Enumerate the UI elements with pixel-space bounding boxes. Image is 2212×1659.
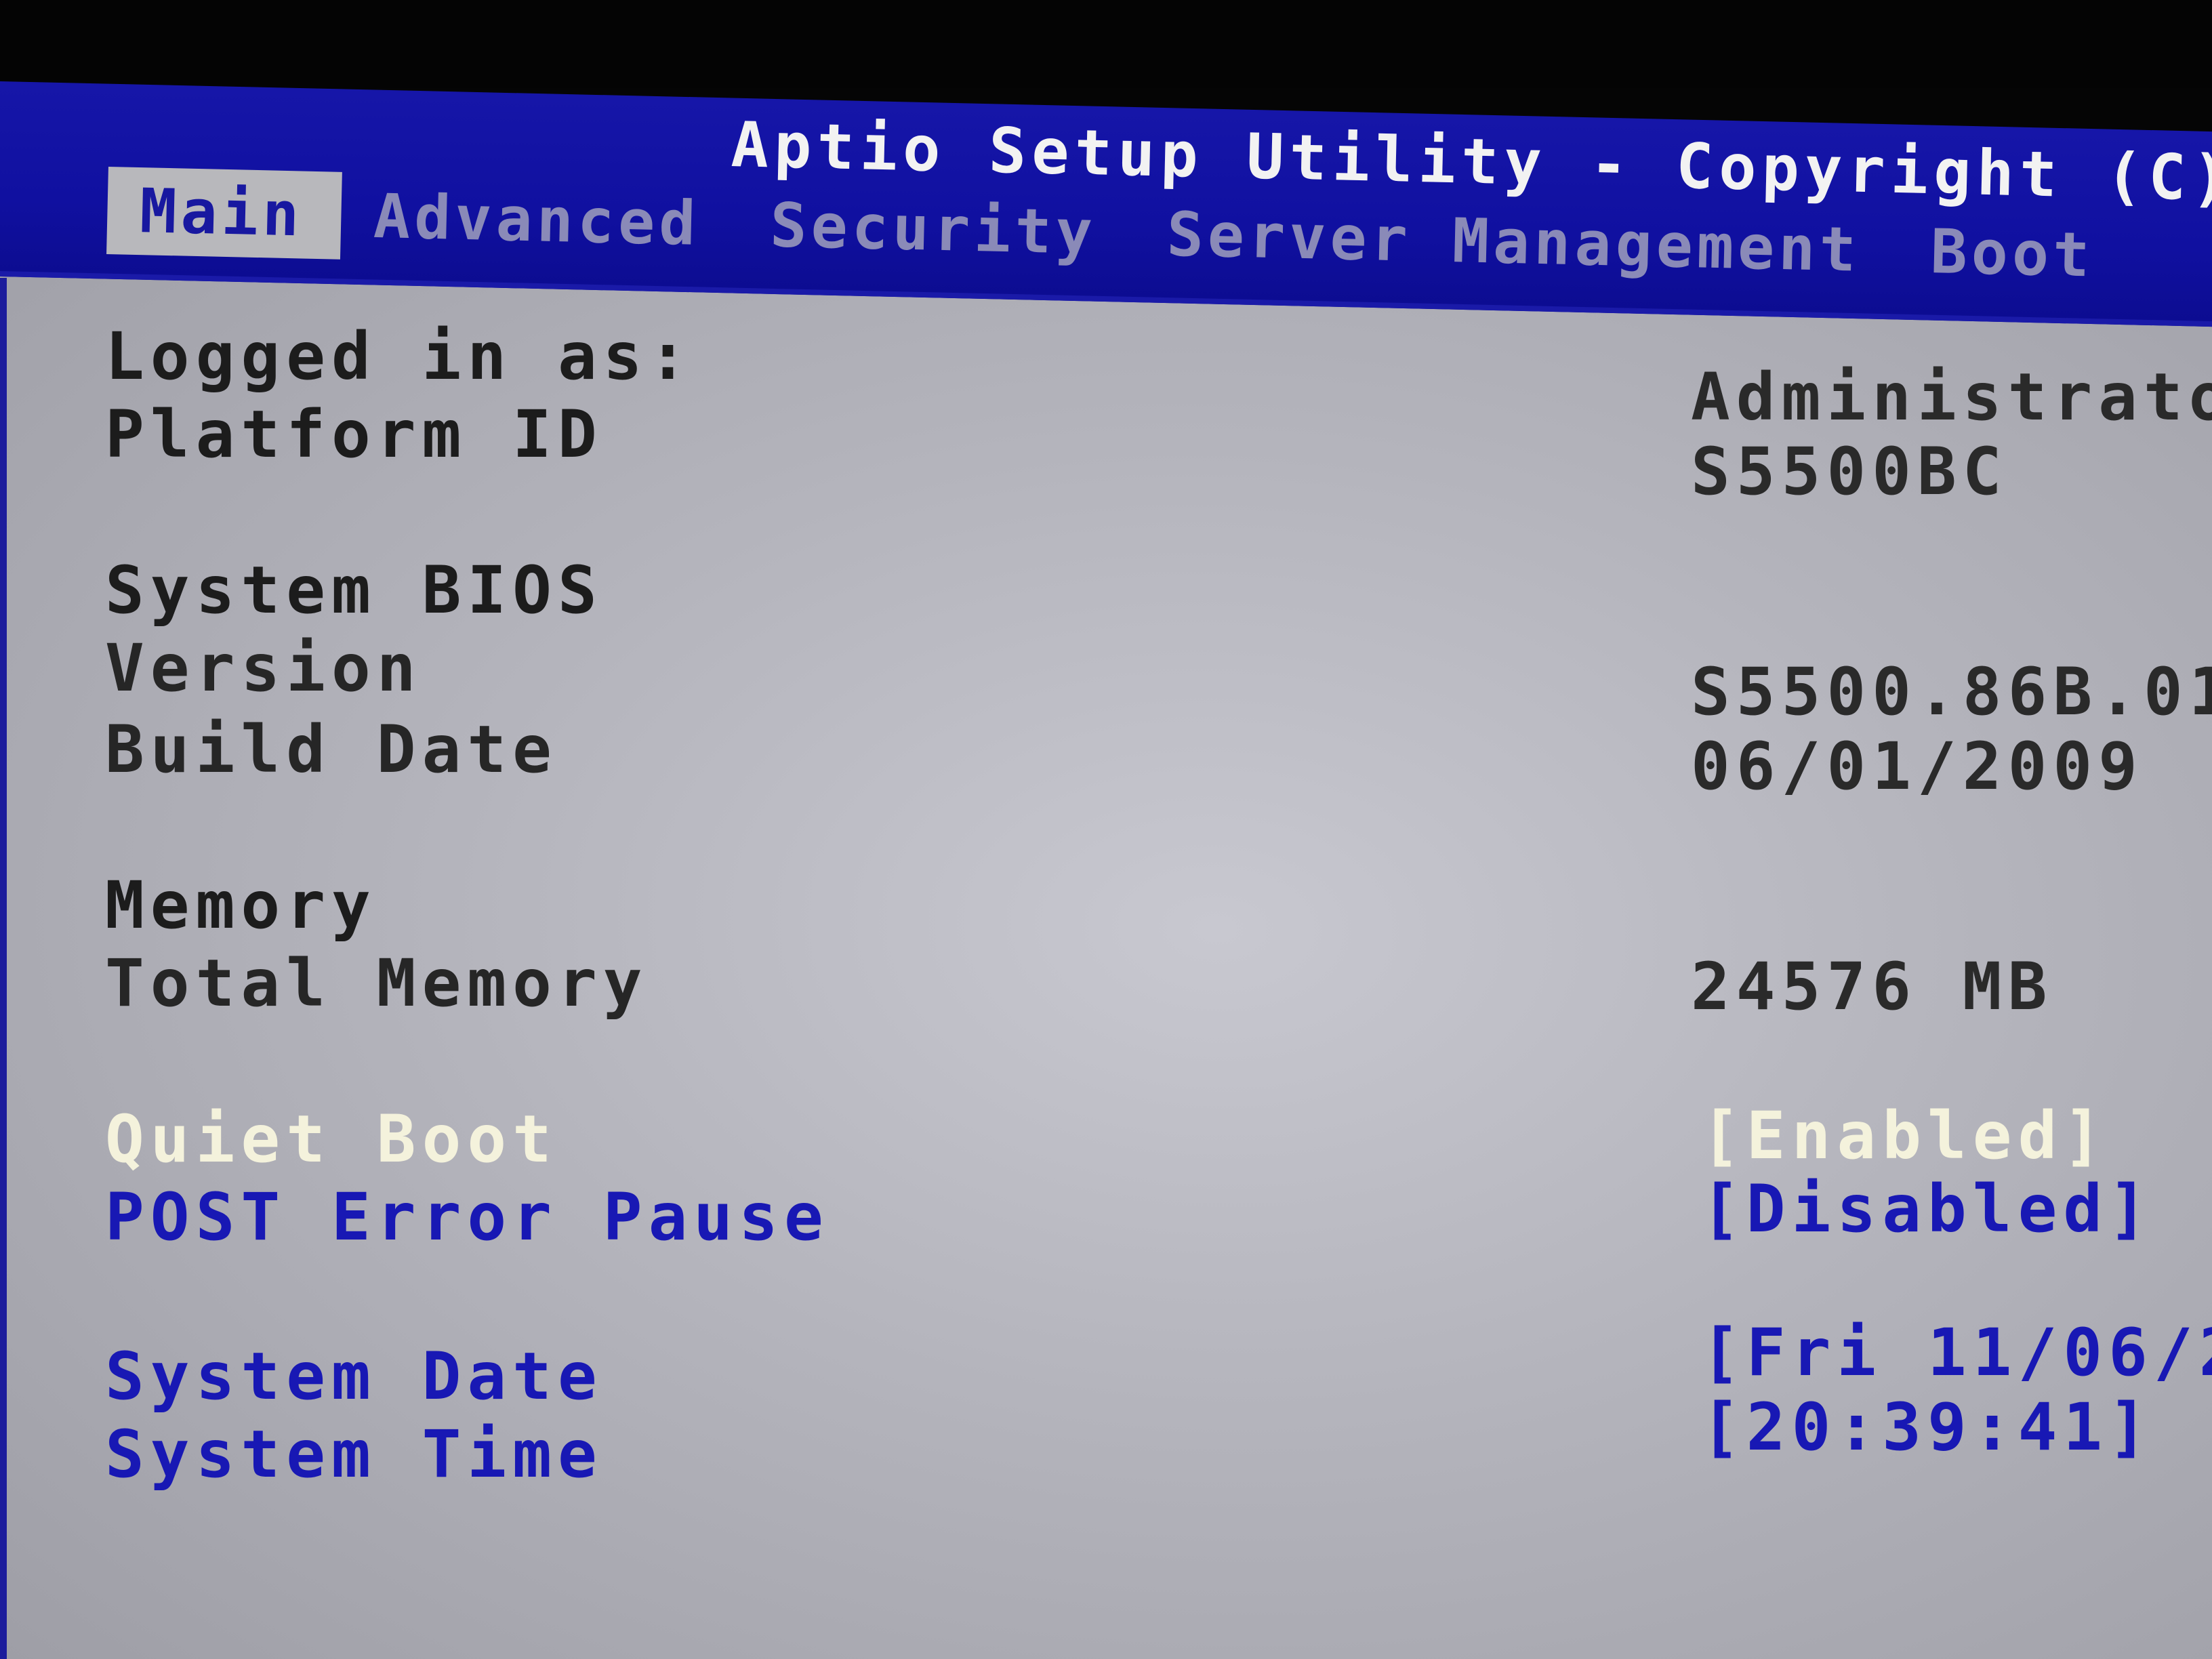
tab-boot[interactable]: Boot: [1897, 207, 2133, 300]
system-date-label[interactable]: System Date: [105, 1338, 603, 1414]
system-time-label[interactable]: System Time: [105, 1416, 603, 1492]
build-date-value: 06/01/2009: [1691, 729, 2144, 804]
post-error-pause-value[interactable]: [Disabled]: [1701, 1171, 2154, 1247]
system-bios-heading: System BIOS: [105, 552, 603, 628]
version-label: Version: [105, 630, 422, 706]
tab-main[interactable]: Main: [106, 166, 342, 260]
tab-advanced[interactable]: Advanced: [340, 172, 739, 268]
quiet-boot-label[interactable]: Quiet Boot: [105, 1101, 558, 1177]
tab-security[interactable]: Security: [737, 181, 1135, 277]
platform-id-value: S5500BC: [1691, 434, 2008, 510]
platform-id-label: Platform ID: [105, 396, 603, 472]
total-memory-value: 24576 MB: [1691, 949, 2053, 1025]
build-date-label: Build Date: [105, 712, 558, 787]
memory-heading: Memory: [105, 867, 377, 943]
system-date-value[interactable]: [Fri 11/06/20: [1701, 1315, 2212, 1391]
logged-in-value: Administrator: [1691, 359, 2212, 435]
panel-border: [0, 278, 7, 1659]
logged-in-label: Logged in as:: [105, 319, 694, 394]
tab-server-management[interactable]: Server Management: [1133, 190, 1899, 295]
total-memory-label: Total Memory: [105, 945, 649, 1021]
quiet-boot-value[interactable]: [Enabled]: [1701, 1098, 2108, 1174]
version-value: S5500.86B.01.: [1691, 654, 2212, 730]
system-time-value[interactable]: [20:39:41]: [1701, 1389, 2154, 1465]
screen-bezel: [0, 0, 2212, 88]
post-error-pause-label[interactable]: POST Error Pause: [105, 1179, 830, 1255]
